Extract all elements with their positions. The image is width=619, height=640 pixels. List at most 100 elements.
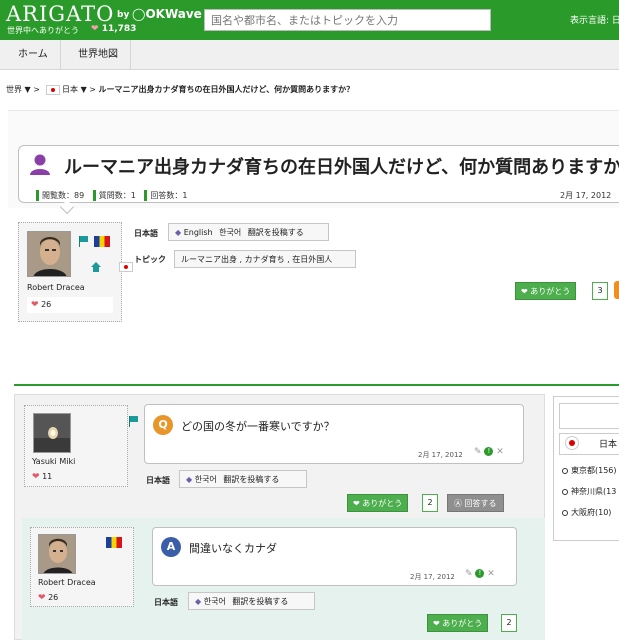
tab-world-map[interactable]: 世界地図: [66, 40, 131, 70]
language-tab-korean[interactable]: 한국어: [195, 475, 217, 484]
close-icon[interactable]: ✕: [496, 447, 504, 457]
thanks-button[interactable]: ❤ ありがとう: [347, 494, 409, 512]
page-title: ルーマニア出身カナダ育ちの在日外国人だけど、何か質問ありますか？: [64, 157, 619, 178]
sidebar-country[interactable]: 日本: [599, 437, 617, 450]
yasuki-avatar-image: [34, 414, 70, 452]
language-tab-korean[interactable]: 한국어: [204, 597, 226, 606]
thanks-count: 3: [592, 282, 608, 300]
topic-tags[interactable]: ルーマニア出身 , カナダ育ち , 在日外国人: [174, 250, 356, 268]
heart-icon: ❤: [31, 300, 39, 310]
report-icon[interactable]: !: [475, 569, 485, 578]
answer-icon: Ⓐ: [454, 499, 462, 508]
close-icon[interactable]: ✕: [487, 569, 495, 579]
views-count: 閲覧数：89: [42, 191, 85, 200]
answer-text: 間違いなくカナダ: [189, 542, 277, 555]
post-translation-link[interactable]: 翻訳を投稿する: [248, 228, 304, 237]
language-label: 日本語: [154, 598, 178, 607]
okwave-logo[interactable]: ◯OKWave: [132, 7, 202, 21]
answers-count: 回答数：1: [150, 191, 188, 200]
logo-by-text: by: [117, 10, 130, 20]
search-input[interactable]: [204, 9, 491, 31]
share-button-edge[interactable]: [614, 281, 619, 299]
japan-flag-icon: [119, 261, 134, 272]
global-heart-count: ❤ 11,783: [91, 24, 136, 34]
language-tabs: ◆ 한국어 翻訳を投稿する: [179, 470, 307, 488]
language-label: 日本語: [134, 229, 158, 238]
asker-hearts: ❤ 11: [32, 472, 52, 482]
question-bubble: [144, 404, 524, 464]
breadcrumb-country[interactable]: 日本 ▼ >: [62, 85, 96, 94]
residence-home-icon: [91, 261, 102, 272]
answerer-heart-count: 26: [48, 593, 59, 602]
thanks-count: 2: [501, 614, 517, 632]
answer-bubble: [152, 527, 517, 586]
language-tabs: ◆ 한국어 翻訳を投稿する: [188, 592, 315, 610]
answer-tools: ✎ ! ✕: [465, 569, 495, 579]
romania-flag-icon: [94, 236, 110, 247]
question-text: どの国の冬が一番寒いですか？: [181, 420, 335, 433]
thanks-label: ありがとう: [530, 287, 571, 296]
report-icon[interactable]: !: [484, 447, 494, 456]
heart-icon: ❤: [32, 472, 40, 482]
language-tab-korean[interactable]: 한국어: [219, 228, 241, 237]
post-translation-link[interactable]: 翻訳を投稿する: [223, 475, 279, 484]
person-icon: [30, 154, 50, 175]
sidebar-item-label: 東京都(156): [571, 466, 617, 475]
edit-icon[interactable]: ✎: [474, 447, 482, 457]
answer-button-label: 回答する: [464, 499, 497, 508]
question-date: 2月 17, 2012: [560, 191, 612, 200]
answer-button[interactable]: Ⓐ 回答する: [447, 494, 504, 512]
answerer-name[interactable]: Robert Dracea: [38, 578, 96, 587]
asker-name[interactable]: Yasuki Miki: [32, 457, 75, 466]
bullet-icon: [562, 488, 568, 495]
question-stats: 閲覧数：89 質問数：1 回答数：1: [36, 190, 187, 201]
thanks-label: ありがとう: [442, 619, 483, 628]
answer-post-date: 2月 17, 2012: [410, 573, 455, 581]
question-post-date: 2月 17, 2012: [418, 451, 463, 459]
heart-icon: ❤: [38, 593, 46, 603]
avatar[interactable]: [27, 231, 71, 277]
heart-icon: ❤: [91, 24, 99, 34]
heart-icon: ❤: [433, 619, 440, 628]
avatar[interactable]: [33, 413, 71, 453]
heart-count-value: 11,783: [101, 24, 137, 34]
language-tab-english[interactable]: English: [184, 228, 213, 237]
language-switch-icon: ◆: [195, 597, 202, 606]
post-translation-link[interactable]: 翻訳を投稿する: [232, 597, 288, 606]
tagline: 世界中へありがとう: [7, 26, 79, 35]
thanks-count: 2: [422, 494, 438, 512]
okwave-text: OKWave: [145, 7, 202, 21]
robert-avatar-image: [39, 535, 75, 573]
bullet-icon: [562, 509, 568, 516]
question-tools: ✎ ! ✕: [474, 447, 504, 457]
japan-flag-icon: [45, 84, 60, 95]
okwave-ring-icon: ◯: [132, 7, 146, 21]
nationality-flag-icon: [79, 236, 88, 247]
avatar[interactable]: [38, 534, 76, 574]
sidebar-item-kanagawa[interactable]: 神奈川県(13: [562, 486, 616, 497]
stat-bar: [144, 190, 148, 201]
sidebar-item-osaka[interactable]: 大阪府(10): [562, 507, 611, 518]
author-name[interactable]: Robert Dracea: [27, 283, 85, 292]
bullet-icon: [562, 467, 568, 474]
site-logo[interactable]: ARIGATO: [6, 2, 114, 26]
tab-home[interactable]: ホーム: [6, 40, 61, 70]
language-tabs: ◆ English 한국어 翻訳を投稿する: [168, 223, 329, 241]
language-switch-icon: ◆: [175, 228, 182, 237]
author-heart-count: 26: [41, 300, 52, 309]
heart-icon: ❤: [353, 499, 360, 508]
japan-flag-icon: [565, 436, 579, 450]
nationality-flag-icon: [128, 416, 138, 427]
region-search-input[interactable]: [559, 403, 619, 429]
robert-avatar-image: [28, 232, 70, 276]
thanks-button[interactable]: ❤ ありがとう: [427, 614, 489, 632]
edit-icon[interactable]: ✎: [465, 569, 473, 579]
heart-icon: ❤: [521, 287, 528, 296]
breadcrumb-world[interactable]: 世界 ▼ >: [6, 85, 40, 94]
sidebar-item-tokyo[interactable]: 東京都(156): [562, 465, 617, 476]
romania-flag-icon: [106, 537, 122, 548]
thanks-button[interactable]: ❤ ありがとう: [515, 282, 577, 300]
display-language-selector[interactable]: 表示言語: 日: [570, 13, 619, 26]
question-badge: Q: [153, 415, 173, 435]
section-divider: [14, 384, 619, 386]
